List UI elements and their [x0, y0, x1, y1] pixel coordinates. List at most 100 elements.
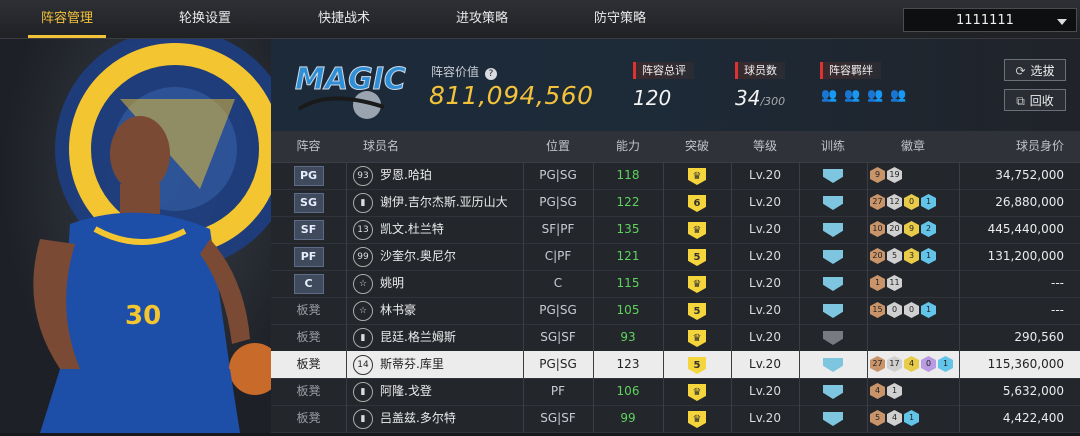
player-ability: 99 — [620, 411, 636, 425]
training-icon[interactable] — [823, 412, 843, 426]
table-row[interactable]: 板凳 ▮ 昆廷.格兰姆斯 SG|SF 93 ♛ Lv.20 290,560 — [271, 324, 1080, 352]
jersey-number-icon: ☆ — [353, 301, 373, 321]
player-name[interactable]: 阿隆.戈登 — [380, 378, 523, 405]
col-player-worth[interactable]: 球员身价 — [959, 131, 1080, 162]
breakthrough-icon[interactable]: ♛ — [688, 168, 706, 185]
teammates-icon[interactable]: 👥 — [843, 86, 862, 105]
table-row[interactable]: PG 93 罗恩.哈珀 PG|SG 118 ♛ Lv.20 9 19 34,752,000 — [271, 162, 1080, 190]
jersey-number-icon: 13 — [353, 220, 373, 240]
tab-defense-strategy[interactable]: 防守策略 — [573, 0, 667, 38]
badge-icon: 0 — [904, 194, 919, 210]
breakthrough-icon[interactable]: ♛ — [688, 222, 706, 239]
col-position[interactable]: 位置 — [523, 131, 593, 162]
badge-group[interactable]: 9 19 — [870, 167, 902, 183]
badge-group[interactable]: 1 11 — [870, 275, 902, 291]
lineup-position-badge: C — [293, 274, 324, 294]
badge-icon: 1 — [921, 302, 936, 318]
table-row[interactable]: C ☆ 姚明 C 115 ♛ Lv.20 1 11 --- — [271, 270, 1080, 298]
tab-offense-strategy[interactable]: 进攻策略 — [435, 0, 529, 38]
tab-rotation-settings[interactable]: 轮换设置 — [158, 0, 252, 38]
signal-strength-icon: ▮ — [353, 409, 373, 429]
column-divider — [346, 351, 347, 378]
player-name[interactable]: 吕盖兹.多尔特 — [380, 405, 523, 432]
player-name[interactable]: 昆廷.格兰姆斯 — [380, 324, 523, 351]
column-divider — [346, 297, 347, 324]
column-divider — [867, 297, 868, 324]
training-icon[interactable] — [823, 277, 843, 291]
teammates-icon[interactable]: 👥 — [866, 86, 885, 105]
training-icon[interactable] — [823, 304, 843, 318]
scout-button[interactable]: ⟳ 选拔 — [1004, 59, 1066, 81]
table-row[interactable]: 板凳 ▮ 吕盖兹.多尔特 SG|SF 99 ♛ Lv.20 5 4 1 4,422,400 — [271, 405, 1080, 433]
player-name[interactable]: 凯文.杜兰特 — [380, 216, 523, 243]
badge-group[interactable]: 27 12 0 1 — [870, 194, 936, 210]
signal-strength-icon: ▮ — [353, 382, 373, 402]
training-icon[interactable] — [823, 358, 843, 372]
tab-lineup-management[interactable]: 阵容管理 — [20, 0, 114, 38]
badge-icon: 12 — [887, 194, 902, 210]
col-breakthrough[interactable]: 突破 — [663, 131, 731, 162]
teammates-icon[interactable]: 👥 — [820, 86, 839, 105]
table-row[interactable]: 板凳 14 斯蒂芬.库里 PG|SG 123 5 Lv.20 27 17 4 0 1 115,360,0… — [271, 351, 1080, 379]
player-ability: 93 — [620, 330, 636, 344]
table-row[interactable]: 板凳 ▮ 阿隆.戈登 PF 106 ♛ Lv.20 4 1 5,632,000 — [271, 378, 1080, 406]
training-icon[interactable] — [823, 169, 843, 183]
badge-icon: 4 — [887, 410, 902, 426]
col-badges[interactable]: 徽章 — [867, 131, 959, 162]
tab-quick-tactics[interactable]: 快捷战术 — [297, 0, 391, 38]
training-icon[interactable] — [823, 196, 843, 210]
training-icon[interactable] — [823, 331, 843, 345]
col-player-name[interactable]: 球员名 — [346, 131, 416, 162]
badge-group[interactable]: 10 20 9 2 — [870, 221, 936, 237]
breakthrough-icon[interactable]: 5 — [688, 249, 706, 266]
player-name[interactable]: 斯蒂芬.库里 — [380, 351, 523, 378]
column-divider — [346, 378, 347, 405]
badge-icon: 4 — [904, 356, 919, 372]
player-name[interactable]: 林书豪 — [380, 297, 523, 324]
player-worth: 4,422,400 — [1002, 411, 1064, 425]
training-icon[interactable] — [823, 223, 843, 237]
svg-text:MAGIC: MAGIC — [295, 62, 406, 97]
badge-group[interactable]: 41 — [870, 383, 902, 399]
col-lineup[interactable]: 阵容 — [271, 131, 346, 162]
recycle-button[interactable]: ⧉ 回收 — [1004, 89, 1066, 111]
player-name[interactable]: 姚明 — [380, 270, 523, 297]
training-icon[interactable] — [823, 250, 843, 264]
teammates-icon[interactable]: 👥 — [889, 86, 908, 105]
table-row[interactable]: SG ▮ 谢伊.吉尔杰斯.亚历山大 PG|SG 122 6 Lv.20 27 12 0 1 26,88… — [271, 189, 1080, 217]
breakthrough-icon[interactable]: ♛ — [688, 276, 706, 293]
breakthrough-icon[interactable]: 5 — [688, 357, 706, 374]
badge-group[interactable]: 15 0 0 1 — [870, 302, 936, 318]
player-portrait-panel: 30 — [0, 39, 271, 433]
badge-group[interactable]: 27 17 4 0 1 — [870, 356, 953, 372]
col-level[interactable]: 等级 — [731, 131, 799, 162]
breakthrough-icon[interactable]: 6 — [688, 195, 706, 212]
column-divider — [867, 405, 868, 432]
badge-group[interactable]: 20 5 3 1 — [870, 248, 936, 264]
badge-group[interactable]: 541 — [870, 410, 919, 426]
badge-icon: 2 — [921, 221, 936, 237]
player-name[interactable]: 谢伊.吉尔杰斯.亚历山大 — [380, 189, 523, 216]
lineup-select-dropdown[interactable]: 1111111 — [903, 8, 1077, 32]
badge-icon: 1 — [921, 248, 936, 264]
player-name[interactable]: 沙奎尔.奥尼尔 — [380, 243, 523, 270]
help-circle-icon[interactable]: ? — [484, 68, 497, 80]
player-level: Lv.20 — [749, 384, 781, 398]
col-training[interactable]: 训练 — [799, 131, 867, 162]
breakthrough-icon[interactable]: ♛ — [688, 411, 706, 428]
player-ability: 118 — [616, 168, 640, 182]
table-row[interactable]: 板凳 ☆ 林书豪 PG|SG 105 5 Lv.20 15 0 0 1 --- — [271, 297, 1080, 325]
dropdown-value: 1111111 — [956, 13, 1014, 28]
breakthrough-icon[interactable]: ♛ — [688, 330, 706, 347]
col-ability[interactable]: 能力 — [593, 131, 663, 162]
column-divider — [867, 378, 868, 405]
player-name[interactable]: 罗恩.哈珀 — [380, 162, 523, 189]
breakthrough-icon[interactable]: 5 — [688, 303, 706, 320]
table-row[interactable]: PF 99 沙奎尔.奥尼尔 C|PF 121 5 Lv.20 20 5 3 1 131,200,000 — [271, 243, 1080, 271]
team-info-header: MAGIC 阵容价值 ? 811,094,560 阵容总评 120 球员数 34… — [271, 39, 1080, 131]
training-icon[interactable] — [823, 385, 843, 399]
table-row[interactable]: SF 13 凯文.杜兰特 SF|PF 135 ♛ Lv.20 10 20 9 2 445,440,00… — [271, 216, 1080, 244]
breakthrough-icon[interactable]: ♛ — [688, 384, 706, 401]
svg-text:30: 30 — [125, 301, 161, 331]
column-divider — [346, 405, 347, 432]
